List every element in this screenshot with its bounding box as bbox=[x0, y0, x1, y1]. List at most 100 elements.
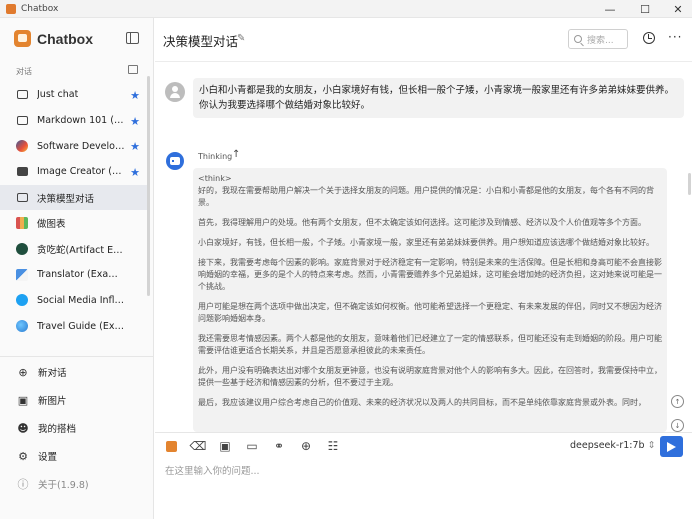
think-tag: <think> bbox=[198, 174, 232, 183]
chat-bubble-icon bbox=[16, 192, 28, 204]
settings-label: 设置 bbox=[38, 452, 58, 463]
star-icon[interactable]: ★ bbox=[130, 89, 140, 102]
conversation-item[interactable]: Social Media Influence... bbox=[0, 288, 150, 314]
conversation-item[interactable]: Translator (Example) bbox=[0, 262, 150, 288]
main-header: 决策模型对话 ✎ 搜索... ··· bbox=[155, 18, 692, 62]
composer: ⌫ ▣ ▭ ⚭ ⊕ ☷ deepseek-r1:7b ⇕ 在这里输入你的问题..… bbox=[155, 432, 692, 519]
plus-circle-icon: ⊕ bbox=[18, 365, 28, 379]
message-input[interactable]: 在这里输入你的问题... bbox=[165, 463, 260, 477]
link-icon[interactable]: ⚭ bbox=[271, 438, 287, 454]
search-placeholder: 搜索... bbox=[587, 35, 614, 46]
reasoning-paragraph: 我还需要思考情感因素。两个人都是他的女朋友，意味着他们已经建立了一定的情感联系，… bbox=[198, 334, 662, 355]
conversation-item[interactable]: Software Develop... ★ bbox=[0, 133, 150, 159]
conversation-label: Translator (Example) bbox=[37, 269, 125, 281]
conversation-item[interactable]: 做图表 bbox=[0, 210, 150, 236]
conversation-item[interactable]: Markdown 101 (E... ★ bbox=[0, 108, 150, 134]
conversation-list: Just chat ★ Markdown 101 (E... ★ Softwar… bbox=[0, 82, 150, 339]
sidebar: Chatbox 对话 Just chat ★ Markdown 101 (E..… bbox=[0, 18, 154, 519]
folder-icon[interactable]: ▭ bbox=[244, 438, 260, 454]
chat-bubble-icon bbox=[16, 89, 28, 101]
history-icon[interactable] bbox=[643, 32, 655, 44]
settings-button[interactable]: ⚙ 设置 bbox=[0, 442, 153, 470]
sidebar-collapse-icon[interactable] bbox=[126, 32, 139, 44]
star-icon[interactable]: ★ bbox=[130, 115, 140, 128]
chat-scrollbar[interactable] bbox=[688, 173, 691, 195]
brand: Chatbox bbox=[14, 30, 93, 47]
maximize-button[interactable]: ☐ bbox=[631, 0, 659, 18]
reasoning-paragraph: 小白家境好，有钱，但长相一般，个子矮。小青家境一般，家里还有弟弟妹妹要供养。用户… bbox=[198, 238, 654, 247]
star-icon[interactable]: ★ bbox=[130, 140, 140, 153]
minimize-button[interactable]: — bbox=[596, 0, 624, 18]
conversation-label: Image Creator (E... bbox=[37, 166, 125, 178]
new-image-label: 新图片 bbox=[38, 396, 67, 407]
image-icon: ▣ bbox=[17, 393, 29, 407]
search-icon bbox=[574, 35, 582, 43]
developer-avatar-icon bbox=[16, 140, 28, 153]
thinking-label: Thinking bbox=[198, 152, 233, 161]
chatbox-app-icon bbox=[6, 3, 16, 14]
conversation-item-active[interactable]: 决策模型对话 bbox=[0, 184, 150, 211]
info-icon: ⓘ bbox=[17, 478, 29, 491]
chart-avatar-icon bbox=[16, 217, 28, 230]
conversation-label: Software Develop... bbox=[37, 140, 125, 152]
eraser-icon[interactable]: ⌫ bbox=[190, 438, 207, 454]
more-options-icon[interactable]: ··· bbox=[668, 30, 682, 44]
main-panel: 决策模型对话 ✎ 搜索... ··· 小白和小青都是我的女朋友，小白家境好有钱，… bbox=[155, 18, 692, 519]
reasoning-paragraph: 最后，我应该建议用户综合考虑自己的价值观、未来的经济状况以及两人的共同目标，而不… bbox=[198, 398, 646, 407]
image-upload-icon[interactable]: ▣ bbox=[217, 438, 233, 454]
my-partner-button[interactable]: ☻ 我的搭档 bbox=[0, 414, 153, 442]
partner-icon: ☻ bbox=[17, 421, 29, 435]
snake-avatar-icon bbox=[16, 242, 28, 255]
user-message: 小白和小青都是我的女朋友，小白家境好有钱，但长相一般个子矮，小青家境一般家里还有… bbox=[193, 78, 684, 118]
conversation-item[interactable]: Travel Guide (Example) bbox=[0, 313, 150, 339]
assistant-avatar-icon bbox=[166, 152, 184, 170]
chatbox-toolbar-icon[interactable] bbox=[163, 438, 179, 454]
star-icon[interactable]: ★ bbox=[130, 166, 140, 179]
twitter-avatar-icon bbox=[16, 294, 28, 307]
conversations-section-label: 对话 bbox=[16, 67, 32, 76]
gear-icon: ⚙ bbox=[18, 449, 28, 463]
reasoning-paragraph: 首先，我得理解用户的处境。他有两个女朋友，但不太确定该如何选择。这可能涉及到情感… bbox=[198, 218, 646, 227]
conversation-title: 决策模型对话 bbox=[163, 34, 239, 49]
model-selector[interactable]: deepseek-r1:7b ⇕ bbox=[570, 440, 656, 451]
send-icon bbox=[667, 441, 676, 452]
reasoning-paragraph: 此外，用户没有明确表达出对哪个女朋友更钟意，也没有说明家庭背景对他个人的影响有多… bbox=[198, 366, 662, 387]
chat-bubble-icon bbox=[16, 115, 28, 127]
new-chat-label: 新对话 bbox=[38, 368, 67, 379]
about-button[interactable]: ⓘ 关于(1.9.8) bbox=[0, 470, 153, 498]
conversation-label: Markdown 101 (E... bbox=[37, 115, 125, 127]
collapse-arrow-icon[interactable]: ↑ bbox=[232, 149, 240, 160]
close-button[interactable]: ✕ bbox=[664, 0, 692, 18]
new-image-button[interactable]: ▣ 新图片 bbox=[0, 386, 153, 414]
reasoning-paragraph: 用户可能是想在两个选项中做出决定，但不确定该如何权衡。他可能希望选择一个更稳定、… bbox=[198, 302, 662, 323]
conversation-item[interactable]: Image Creator (E... ★ bbox=[0, 159, 150, 185]
model-name: deepseek-r1:7b bbox=[570, 440, 645, 451]
new-chat-button[interactable]: ⊕ 新对话 bbox=[0, 358, 153, 386]
reasoning-paragraph: 接下来，我需要考虑每个因素的影响。家庭背景对于经济稳定有一定影响，特别是未来的生… bbox=[198, 258, 662, 291]
globe-icon[interactable]: ⊕ bbox=[298, 438, 314, 454]
brand-name: Chatbox bbox=[37, 30, 93, 47]
archive-icon[interactable] bbox=[128, 65, 138, 74]
assistant-message: <think> 好的，我现在需要帮助用户解决一个关于选择女朋友的问题。用户提供的… bbox=[193, 168, 667, 432]
chatbox-logo-icon bbox=[14, 30, 31, 47]
sidebar-actions: ⊕ 新对话 ▣ 新图片 ☻ 我的搭档 ⚙ 设置 ⓘ 关于(1.9.8) bbox=[0, 358, 153, 498]
conversation-label: Social Media Influence... bbox=[37, 294, 125, 306]
scroll-down-icon[interactable]: ↓ bbox=[671, 419, 684, 432]
sidebar-scrollbar[interactable] bbox=[147, 76, 150, 296]
conversation-label: Just chat bbox=[37, 89, 79, 101]
window-titlebar: Chatbox — ☐ ✕ bbox=[0, 0, 692, 18]
user-avatar-icon bbox=[165, 82, 185, 102]
pencil-icon[interactable]: ✎ bbox=[237, 33, 245, 44]
my-partner-label: 我的搭档 bbox=[38, 424, 77, 435]
translator-avatar-icon bbox=[16, 268, 28, 281]
conversation-item[interactable]: Just chat ★ bbox=[0, 82, 150, 108]
scroll-up-icon[interactable]: ↑ bbox=[671, 395, 684, 408]
image-creator-icon bbox=[16, 166, 28, 178]
about-label: 关于(1.9.8) bbox=[38, 480, 89, 491]
conversation-label: Travel Guide (Example) bbox=[37, 320, 125, 332]
send-button[interactable] bbox=[660, 436, 683, 457]
conversation-item[interactable]: 贪吃蛇(Artifact Example) bbox=[0, 236, 150, 262]
conversation-label: 贪吃蛇(Artifact Example) bbox=[37, 244, 125, 256]
search-input[interactable]: 搜索... bbox=[568, 29, 628, 49]
sliders-icon[interactable]: ☷ bbox=[325, 438, 341, 454]
